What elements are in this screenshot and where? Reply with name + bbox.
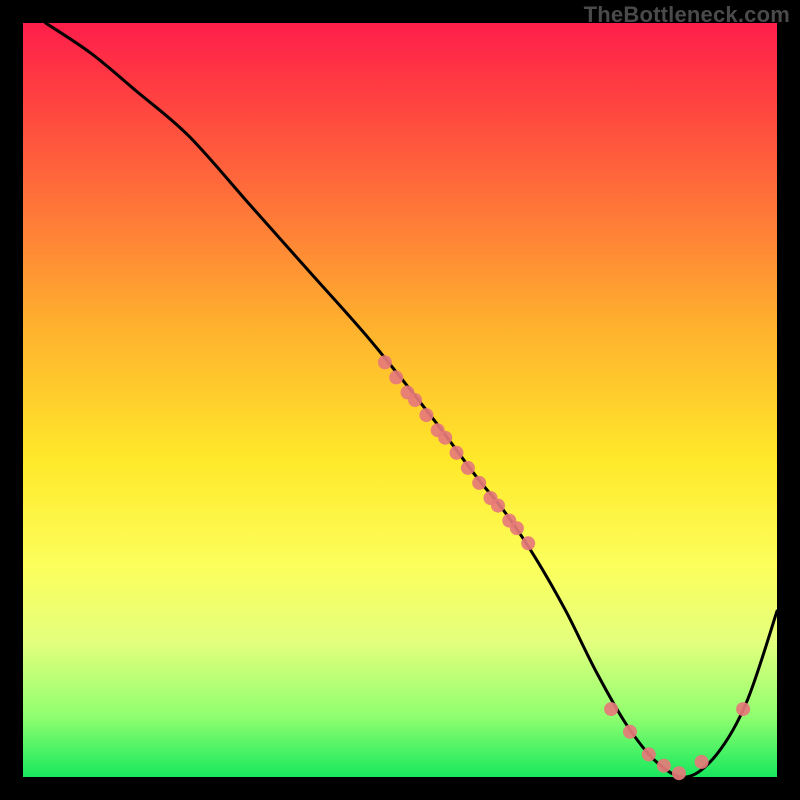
highlight-point xyxy=(419,408,433,422)
highlight-point xyxy=(491,499,505,513)
highlight-point xyxy=(623,725,637,739)
highlight-point xyxy=(521,536,535,550)
highlight-point xyxy=(736,702,750,716)
highlight-point xyxy=(438,431,452,445)
highlight-point xyxy=(510,521,524,535)
highlight-point xyxy=(378,355,392,369)
highlight-point xyxy=(672,766,686,780)
highlight-point xyxy=(461,461,475,475)
highlight-point xyxy=(604,702,618,716)
curve-svg xyxy=(23,23,777,777)
highlight-point xyxy=(657,759,671,773)
highlight-point xyxy=(389,370,403,384)
chart-stage: TheBottleneck.com xyxy=(0,0,800,800)
plot-area xyxy=(23,23,777,777)
highlight-point xyxy=(472,476,486,490)
highlight-point xyxy=(450,446,464,460)
highlight-point xyxy=(695,755,709,769)
highlight-point xyxy=(408,393,422,407)
highlight-point xyxy=(642,747,656,761)
